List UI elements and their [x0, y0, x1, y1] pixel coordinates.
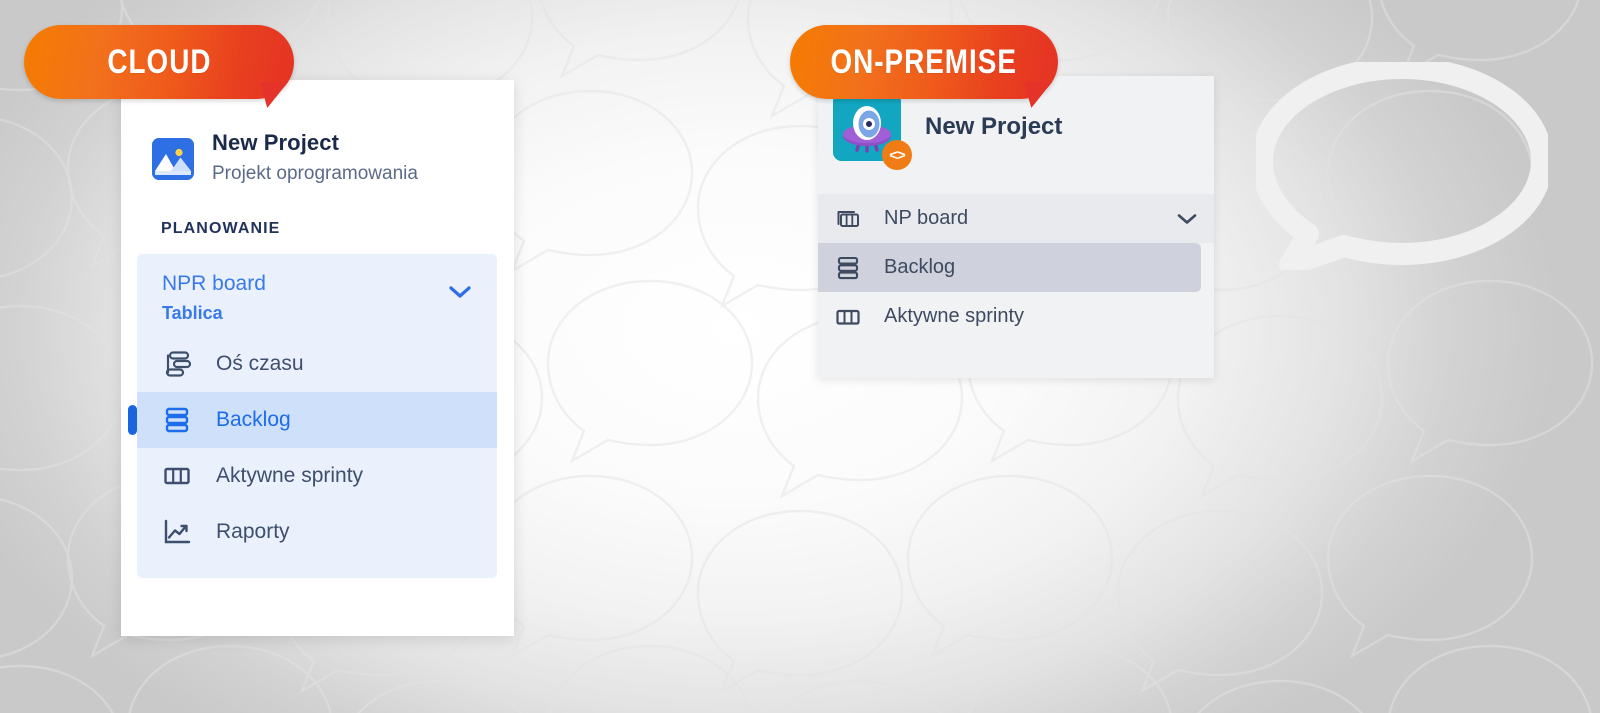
- onpremise-sidebar-card: <> New Project NP board Backlog Aktywne …: [818, 76, 1214, 378]
- cloud-board-title: NPR board: [162, 271, 266, 295]
- speech-bubble-outline-icon: [1256, 62, 1548, 270]
- onpremise-item-backlog-label: Backlog: [884, 256, 956, 278]
- onpremise-item-active-sprints-label: Aktywne sprinty: [884, 305, 1025, 327]
- onpremise-board-label: NP board: [884, 207, 969, 229]
- cloud-board-subtitle: Tablica: [162, 303, 223, 324]
- sidebar-item-backlog[interactable]: Backlog: [128, 392, 497, 449]
- onpremise-badge-label: ON-PREMISE: [830, 42, 1018, 81]
- chevron-down-icon[interactable]: [449, 285, 471, 299]
- onpremise-item-active-sprints[interactable]: Aktywne sprinty: [818, 292, 1214, 341]
- sidebar-item-reports-label: Raporty: [216, 520, 290, 544]
- sidebar-item-active-sprints-label: Aktywne sprinty: [216, 464, 364, 488]
- onpremise-nav-list: NP board Backlog Aktywne sprinty: [818, 194, 1214, 341]
- active-indicator-bar: [128, 405, 137, 436]
- cloud-nav-list: NPR board Tablica Oś czasu Backlog Aktyw…: [128, 253, 497, 579]
- cloud-board-selector[interactable]: NPR board Tablica: [137, 254, 497, 336]
- cloud-badge: CLOUD: [24, 25, 294, 108]
- sidebar-item-reports[interactable]: Raporty: [137, 504, 497, 560]
- cloud-section-label: PLANOWANIE: [161, 219, 281, 237]
- timeline-icon: [162, 349, 196, 379]
- board-columns-icon: [162, 461, 196, 491]
- onpremise-board-selector[interactable]: NP board: [818, 194, 1214, 243]
- code-badge-icon: <>: [882, 140, 912, 170]
- cloud-badge-label: CLOUD: [106, 42, 212, 81]
- onpremise-badge: ON-PREMISE: [790, 25, 1058, 108]
- backlog-stack-icon: [834, 254, 866, 282]
- page-background: CLOUD ON-PREMISE New Project Projekt opr…: [0, 0, 1600, 713]
- backlog-stack-icon: [162, 405, 196, 435]
- ufo-avatar-icon: <>: [833, 93, 912, 170]
- sidebar-item-backlog-label: Backlog: [216, 408, 291, 432]
- chevron-down-icon[interactable]: [1177, 212, 1197, 225]
- cloud-sidebar-card: New Project Projekt oprogramowania PLANO…: [121, 80, 514, 636]
- stacked-boards-icon: [834, 205, 866, 233]
- sidebar-item-active-sprints[interactable]: Aktywne sprinty: [137, 448, 497, 504]
- onpremise-project-title: New Project: [925, 113, 1063, 140]
- mountain-image-icon: [152, 137, 194, 180]
- cloud-project-subtitle: Projekt oprogramowania: [212, 163, 418, 185]
- sidebar-item-timeline-label: Oś czasu: [216, 352, 304, 376]
- sidebar-item-timeline[interactable]: Oś czasu: [137, 336, 497, 392]
- reports-chart-icon: [162, 517, 196, 547]
- cloud-project-text: New Project Projekt oprogramowania: [212, 130, 418, 188]
- onpremise-item-backlog[interactable]: Backlog: [818, 243, 1201, 292]
- cloud-project-title: New Project: [212, 130, 340, 155]
- board-columns-icon: [834, 303, 866, 331]
